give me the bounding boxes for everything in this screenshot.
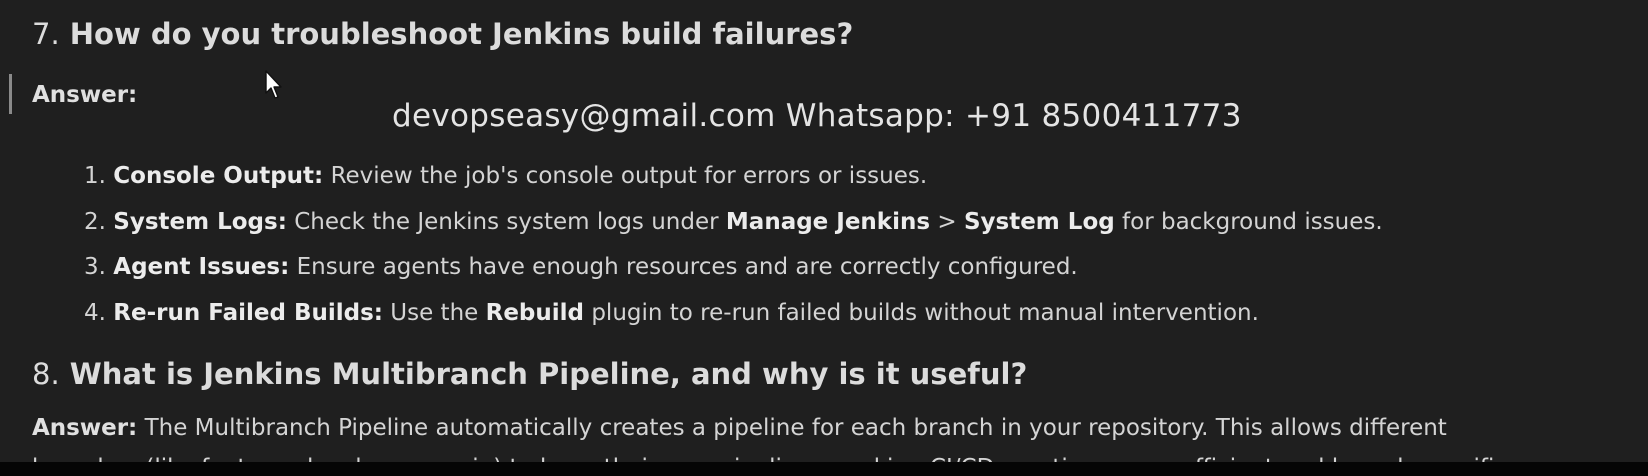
question-7-heading: 7. How do you troubleshoot Jenkins build…	[32, 14, 1632, 54]
content-area: 7. How do you troubleshoot Jenkins build…	[32, 14, 1632, 476]
list-item-number: 1.	[84, 163, 106, 189]
document-page: 7. How do you troubleshoot Jenkins build…	[0, 0, 1648, 476]
rebuild-plugin-label: Rebuild	[485, 299, 585, 326]
answer-8-paragraph: Answer: The Multibranch Pipeline automat…	[32, 408, 1447, 448]
list-item: 2. System Logs: Check the Jenkins system…	[84, 200, 1383, 246]
contact-watermark: devopseasy@gmail.com Whatsapp: +91 85004…	[392, 98, 1242, 134]
question-8-heading: 8. What is Jenkins Multibranch Pipeline,…	[32, 354, 1027, 394]
bottom-edge-band	[0, 462, 1648, 476]
answer-text: The Multibranch Pipeline automatically c…	[144, 415, 1447, 441]
list-item: 4. Re-run Failed Builds: Use the Rebuild…	[84, 291, 1383, 337]
list-item: 1. Console Output: Review the job's cons…	[84, 154, 1383, 200]
question-number: 8.	[32, 357, 60, 391]
answer-label: Answer:	[32, 82, 138, 108]
list-item-number: 3.	[84, 254, 106, 280]
list-item-title: Agent Issues:	[113, 254, 290, 280]
question-text: What is Jenkins Multibranch Pipeline, an…	[69, 357, 1028, 391]
list-item-text: for background issues.	[1122, 208, 1383, 235]
path-separator: >	[937, 208, 957, 235]
answer-7-row: Answer:	[32, 82, 137, 108]
list-item-number: 2.	[84, 208, 106, 235]
manage-jenkins-label: Manage Jenkins	[725, 208, 931, 235]
mouse-pointer-icon	[265, 70, 282, 99]
answer-label: Answer:	[32, 415, 138, 441]
list-item-title: Re-run Failed Builds:	[113, 299, 383, 326]
list-item-text: plugin to re-run failed builds without m…	[591, 299, 1259, 326]
blockquote-bar	[9, 74, 12, 114]
list-item-text: Ensure agents have enough resources and …	[296, 254, 1078, 280]
list-item-number: 4.	[84, 299, 106, 326]
question-number: 7.	[32, 17, 60, 51]
troubleshoot-steps-list: 1. Console Output: Review the job's cons…	[84, 154, 1383, 336]
list-item-text: Check the Jenkins system logs under	[294, 208, 719, 235]
question-text: How do you troubleshoot Jenkins build fa…	[69, 17, 854, 51]
system-log-label: System Log	[963, 208, 1115, 235]
list-item: 3. Agent Issues: Ensure agents have enou…	[84, 245, 1383, 291]
list-item-title: System Logs:	[113, 208, 287, 235]
list-item-text: Review the job's console output for erro…	[330, 163, 928, 189]
list-item-text: Use the	[390, 299, 479, 326]
list-item-title: Console Output:	[113, 163, 324, 189]
